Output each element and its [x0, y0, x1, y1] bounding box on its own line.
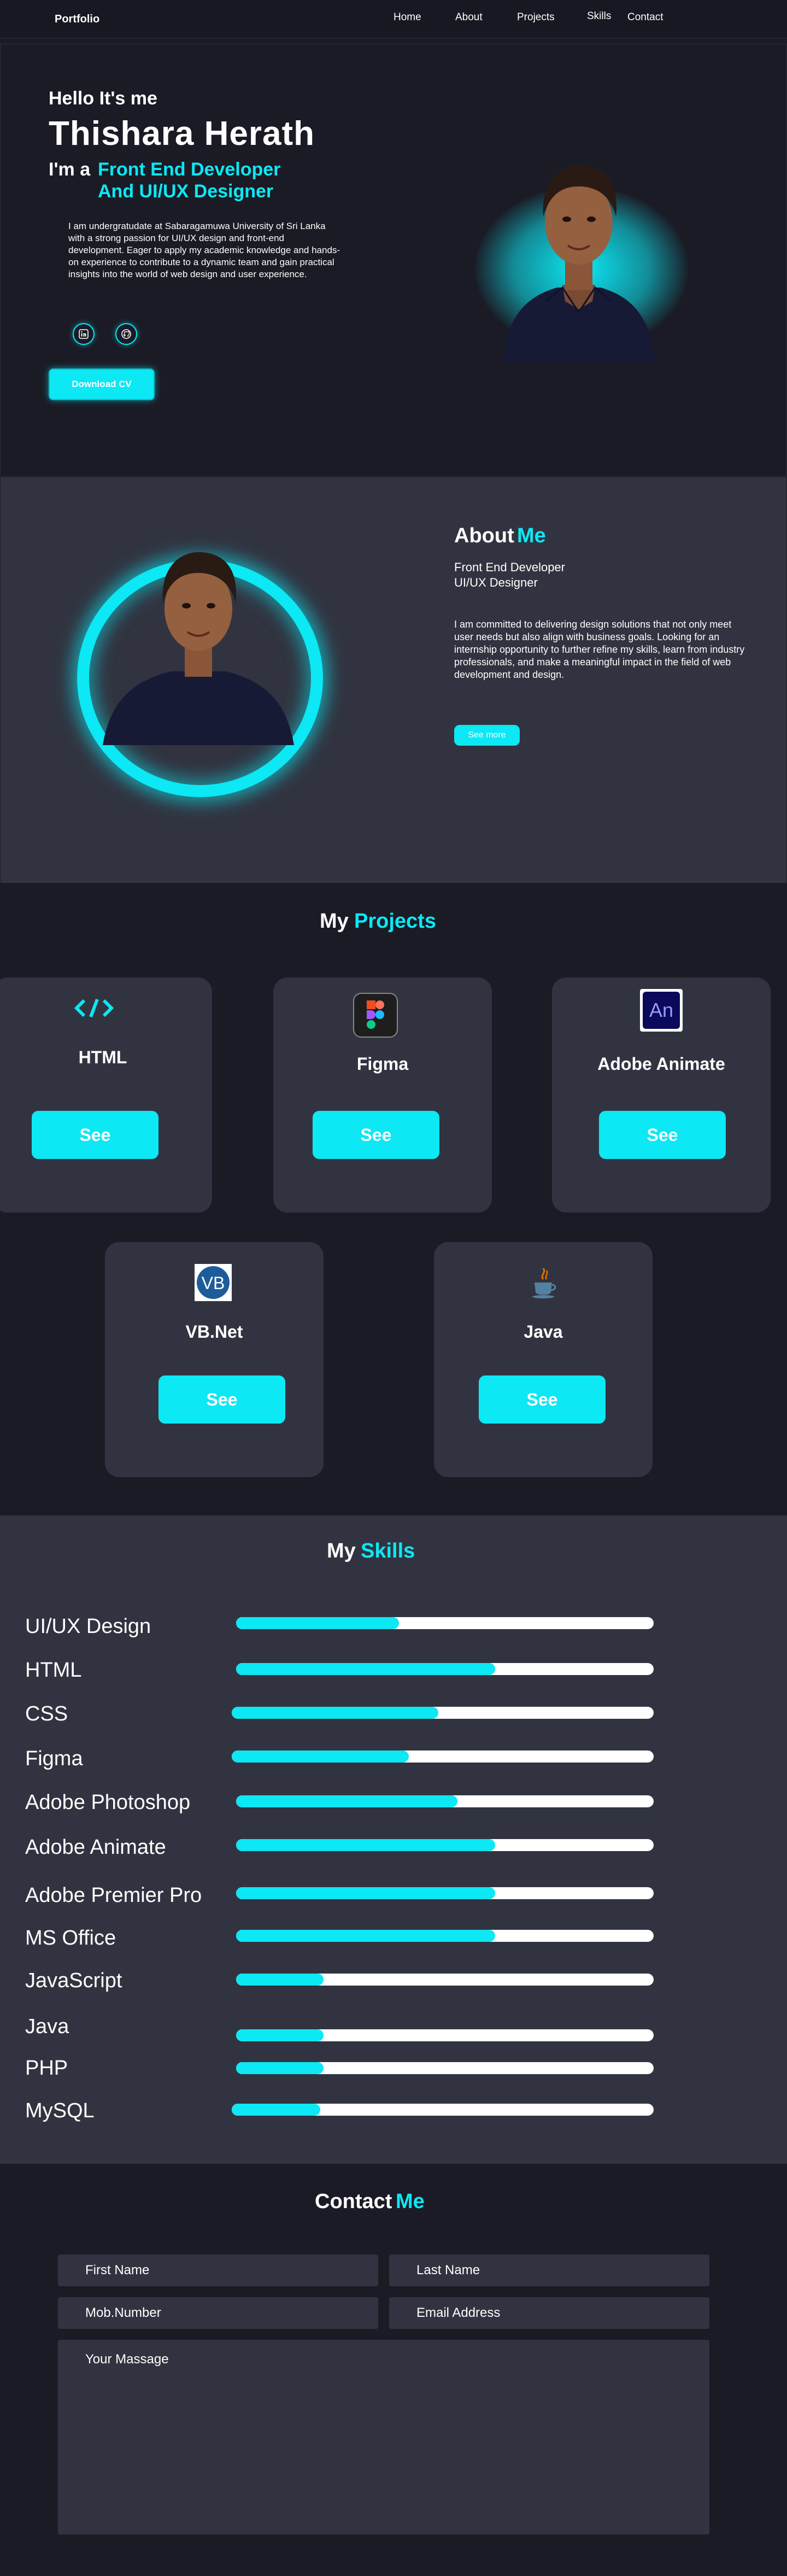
- hero-role-line1: Front End Developer: [98, 159, 281, 180]
- portfolio-page: Portfolio Home About Projects Skills Con…: [0, 0, 787, 2576]
- mobile-number-field[interactable]: [58, 2297, 378, 2329]
- html-code-icon: [74, 997, 114, 1022]
- project-name: Java: [524, 1322, 563, 1342]
- projects-section: My Projects HTML See Figma See An Adobe …: [0, 883, 787, 1515]
- skill-bar: [236, 1795, 654, 1807]
- skills-title: My: [327, 1539, 356, 1562]
- about-description: I am committed to delivering design solu…: [454, 619, 745, 680]
- skill-bar: [236, 1930, 654, 1942]
- hero-role-line2: And UI/UX Designer: [98, 181, 274, 202]
- project-see-button[interactable]: See: [479, 1375, 606, 1424]
- contact-title: Contact: [315, 2190, 392, 2213]
- svg-text:VB: VB: [202, 1273, 225, 1293]
- project-see-button[interactable]: See: [158, 1375, 285, 1424]
- project-see-button[interactable]: See: [599, 1111, 726, 1159]
- nav-link-home[interactable]: Home: [393, 11, 421, 24]
- adobe-animate-icon: An: [639, 988, 683, 1035]
- skill-bar-fill: [236, 2062, 324, 2074]
- skill-label: CSS: [25, 1702, 68, 1725]
- download-cv-button[interactable]: Download CV: [49, 368, 155, 400]
- skill-bar: [236, 2029, 654, 2041]
- skill-bar: [236, 1839, 654, 1851]
- projects-title-highlight: Projects: [354, 910, 436, 933]
- hero-profile-photo: [480, 121, 677, 361]
- hero-section: Hello It's me Thishara Herath I'm a Fron…: [0, 44, 787, 477]
- first-name-field[interactable]: [58, 2255, 378, 2286]
- nav-link-about[interactable]: About: [455, 11, 483, 24]
- skill-bar: [236, 1663, 654, 1675]
- figma-icon: [353, 993, 398, 1040]
- linkedin-icon[interactable]: [73, 323, 95, 345]
- skill-bar-fill: [236, 2029, 324, 2041]
- skill-bar-fill: [232, 1707, 439, 1719]
- nav-link-skills[interactable]: Skills: [587, 10, 611, 22]
- hero-role-prefix: I'm a: [49, 159, 91, 180]
- see-more-button[interactable]: See more: [454, 725, 520, 746]
- contact-title-highlight: Me: [396, 2190, 425, 2213]
- project-card-html: HTML See: [0, 977, 212, 1213]
- skill-label: MySQL: [25, 2099, 95, 2122]
- skills-section: My Skills UI/UX Design HTML CSS Figma Ad…: [0, 1515, 787, 2164]
- hero-name: Thishara Herath: [49, 115, 315, 153]
- skill-label: Adobe Photoshop: [25, 1791, 191, 1814]
- project-name: VB.Net: [185, 1322, 243, 1342]
- skill-bar-fill: [236, 1663, 495, 1675]
- skill-label: JavaScript: [25, 1969, 122, 1992]
- skill-label: Adobe Animate: [25, 1836, 166, 1859]
- nav-link-contact[interactable]: Contact: [627, 11, 663, 24]
- brand-logo[interactable]: Portfolio: [55, 13, 99, 26]
- skill-label: Figma: [25, 1747, 83, 1770]
- last-name-field[interactable]: [389, 2255, 709, 2286]
- skill-bar: [232, 1750, 654, 1763]
- about-role-2: UI/UX Designer: [454, 576, 538, 589]
- skills-title-highlight: Skills: [361, 1539, 415, 1562]
- skill-bar-fill: [236, 1795, 457, 1807]
- about-title-highlight: Me: [517, 524, 546, 547]
- about-section: About Me Front End Developer UI/UX Desig…: [0, 477, 787, 883]
- project-see-button[interactable]: See: [32, 1111, 158, 1159]
- project-card-vbnet: VB VB.Net See: [105, 1242, 324, 1477]
- skill-bar: [236, 2062, 654, 2074]
- skill-bar: [236, 1887, 654, 1899]
- skill-bar-fill: [232, 2104, 321, 2116]
- skill-label: UI/UX Design: [25, 1615, 151, 1638]
- project-name: Adobe Animate: [597, 1054, 725, 1074]
- about-profile-photo: [100, 516, 297, 745]
- svg-text:An: An: [649, 999, 673, 1021]
- skill-bar: [236, 1617, 654, 1629]
- skill-bar: [232, 1707, 654, 1719]
- project-card-adobe-animate: An Adobe Animate See: [552, 977, 771, 1213]
- github-icon[interactable]: [115, 323, 137, 345]
- project-card-figma: Figma See: [273, 977, 492, 1213]
- skill-label: Adobe Premier Pro: [25, 1884, 202, 1907]
- skill-label: MS Office: [25, 1927, 116, 1949]
- contact-section: Contact Me: [0, 2164, 787, 2576]
- skill-bar-fill: [236, 1930, 495, 1942]
- project-see-button[interactable]: See: [313, 1111, 439, 1159]
- vb-icon: VB: [195, 1264, 232, 1304]
- skill-bar: [236, 1974, 654, 1986]
- skill-bar: [232, 2104, 654, 2116]
- skill-label: HTML: [25, 1659, 82, 1682]
- email-field[interactable]: [389, 2297, 709, 2329]
- hero-greeting: Hello It's me: [49, 88, 157, 109]
- about-title: About: [454, 524, 514, 547]
- skill-bar-fill: [236, 1617, 399, 1629]
- project-name: HTML: [78, 1047, 127, 1067]
- skill-bar-fill: [236, 1974, 324, 1986]
- hero-description: I am undergratudate at Sabaragamuwa Univ…: [68, 221, 340, 279]
- skill-bar-fill: [232, 1750, 409, 1763]
- project-name: Figma: [356, 1054, 409, 1074]
- skill-bar-fill: [236, 1839, 495, 1851]
- about-role-1: Front End Developer: [454, 560, 565, 574]
- projects-title: My: [320, 910, 349, 933]
- message-field[interactable]: [58, 2340, 709, 2534]
- skill-label: PHP: [25, 2057, 68, 2080]
- skill-label: Java: [25, 2015, 69, 2038]
- nav-link-projects[interactable]: Projects: [517, 11, 555, 24]
- java-icon: [528, 1266, 559, 1302]
- skill-bar-fill: [236, 1887, 495, 1899]
- navbar: Portfolio Home About Projects Skills Con…: [0, 0, 787, 38]
- project-card-java: Java See: [434, 1242, 653, 1477]
